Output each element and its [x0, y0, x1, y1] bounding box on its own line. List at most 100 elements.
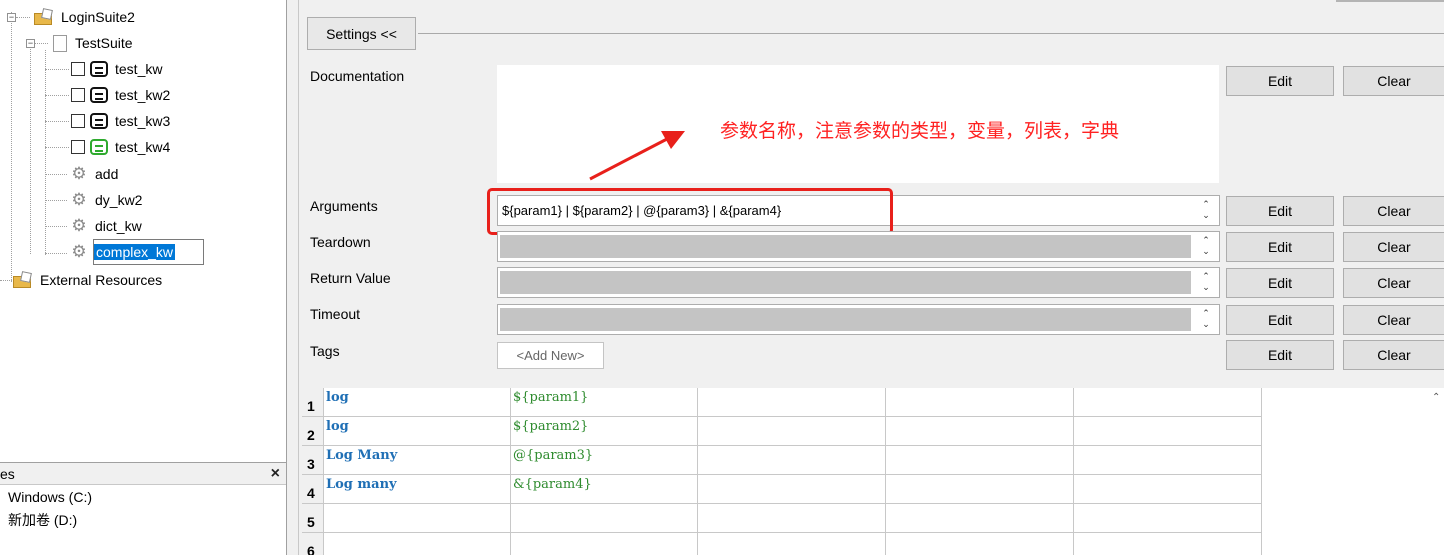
row-number[interactable]: 5 — [302, 504, 324, 532]
keyword-cell[interactable]: Log Many — [324, 446, 511, 474]
tree-item-add[interactable]: ⚙ add — [70, 162, 120, 186]
timeout-clear-button[interactable]: Clear — [1343, 305, 1444, 335]
empty-cell[interactable] — [698, 417, 886, 445]
tags-clear-button[interactable]: Clear — [1343, 340, 1444, 370]
empty-cell[interactable] — [886, 533, 1074, 555]
argument-cell[interactable] — [511, 504, 698, 532]
tags-label: Tags — [310, 343, 340, 359]
spin-arrows-icon[interactable]: ⌃ ⌄ — [1199, 199, 1213, 221]
table-row[interactable]: 3 Log Many @{param3} — [302, 446, 1262, 475]
tree-item-label: test_kw3 — [115, 113, 171, 129]
row-number[interactable]: 4 — [302, 475, 324, 503]
empty-cell[interactable] — [1074, 446, 1262, 474]
test-case-icon — [90, 113, 108, 129]
row-number[interactable]: 2 — [302, 417, 324, 445]
empty-cell[interactable] — [1074, 533, 1262, 555]
empty-cell[interactable] — [1074, 388, 1262, 416]
row-number[interactable]: 1 — [302, 388, 324, 416]
add-tag-button[interactable]: <Add New> — [497, 342, 604, 369]
empty-cell[interactable] — [698, 533, 886, 555]
settings-toggle-button[interactable]: Settings << — [307, 17, 416, 50]
tree-item-test-kw[interactable]: test_kw — [71, 57, 164, 81]
row-number[interactable]: 6 — [302, 533, 324, 555]
folder-icon — [34, 8, 54, 25]
argument-cell[interactable]: &{param4} — [511, 475, 698, 503]
timeout-edit-button[interactable]: Edit — [1226, 305, 1334, 335]
tree-item-external-resources[interactable]: External Resources — [13, 268, 164, 292]
resource-tree: − LoginSuite2 − TestSuite test_kw test_k… — [0, 0, 287, 462]
keyword-cell[interactable]: log — [324, 388, 511, 416]
top-edge — [1336, 0, 1444, 2]
empty-cell[interactable] — [698, 388, 886, 416]
argument-cell[interactable]: ${param1} — [511, 388, 698, 416]
keyword-cell[interactable]: log — [324, 417, 511, 445]
argument-cell[interactable] — [511, 533, 698, 555]
tree-item-test-kw2[interactable]: test_kw2 — [71, 83, 172, 107]
close-icon[interactable]: × — [271, 465, 280, 483]
teardown-label: Teardown — [310, 234, 371, 250]
test-checkbox[interactable] — [71, 140, 85, 154]
rename-input[interactable]: complex_kw — [93, 239, 205, 265]
table-row[interactable]: 4 Log many &{param4} — [302, 475, 1262, 504]
empty-cell[interactable] — [886, 417, 1074, 445]
spin-arrows-icon[interactable]: ⌃ ⌄ — [1199, 235, 1213, 257]
tree-item-label: External Resources — [40, 272, 163, 288]
tree-item-dy-kw2[interactable]: ⚙ dy_kw2 — [70, 188, 144, 212]
empty-cell[interactable] — [698, 504, 886, 532]
return-value-edit-button[interactable]: Edit — [1226, 268, 1334, 298]
tree-item-test-kw3[interactable]: test_kw3 — [71, 109, 172, 133]
teardown-field[interactable]: ⌃ ⌄ — [497, 231, 1220, 262]
tree-item-loginsuite2[interactable]: LoginSuite2 — [34, 5, 137, 29]
annotation-text: 参数名称，注意参数的类型，变量，列表，字典 — [720, 121, 1120, 142]
test-checkbox[interactable] — [71, 114, 85, 128]
empty-cell[interactable] — [1074, 475, 1262, 503]
collapse-toggle[interactable]: − — [26, 39, 35, 48]
table-row[interactable]: 2 log ${param2} — [302, 417, 1262, 446]
teardown-clear-button[interactable]: Clear — [1343, 232, 1444, 262]
test-checkbox[interactable] — [71, 62, 85, 76]
keyword-cell[interactable]: Log many — [324, 475, 511, 503]
collapse-toggle[interactable]: − — [7, 13, 16, 22]
timeout-field[interactable]: ⌃ ⌄ — [497, 304, 1220, 335]
tree-item-testsuite[interactable]: TestSuite — [53, 31, 135, 55]
test-checkbox[interactable] — [71, 88, 85, 102]
drive-item-d[interactable]: 新加卷 (D:) — [0, 508, 286, 531]
spin-arrows-icon[interactable]: ⌃ ⌄ — [1199, 308, 1213, 330]
table-row[interactable]: 6 — [302, 533, 1262, 555]
tree-item-test-kw4[interactable]: test_kw4 — [71, 135, 172, 159]
empty-cell[interactable] — [1074, 504, 1262, 532]
return-value-clear-button[interactable]: Clear — [1343, 268, 1444, 298]
empty-cell[interactable] — [1074, 417, 1262, 445]
empty-cell[interactable] — [698, 475, 886, 503]
argument-cell[interactable]: ${param2} — [511, 417, 698, 445]
argument-cell[interactable]: @{param3} — [511, 446, 698, 474]
row-number[interactable]: 3 — [302, 446, 324, 474]
arguments-edit-button[interactable]: Edit — [1226, 196, 1334, 226]
spin-arrows-icon[interactable]: ⌃ ⌄ — [1199, 271, 1213, 293]
drive-item-c[interactable]: Windows (C:) — [0, 485, 286, 508]
keyword-cell[interactable] — [324, 504, 511, 532]
table-row[interactable]: 1 log ${param1} — [302, 388, 1262, 417]
tree-item-label: add — [95, 166, 119, 182]
empty-cell[interactable] — [886, 446, 1074, 474]
table-row[interactable]: 5 — [302, 504, 1262, 533]
empty-cell[interactable] — [886, 475, 1074, 503]
documentation-clear-button[interactable]: Clear — [1343, 66, 1444, 96]
tree-item-complex-kw[interactable]: ⚙ complex_kw — [70, 239, 205, 265]
file-icon — [53, 34, 67, 52]
panel-splitter[interactable] — [287, 0, 299, 555]
teardown-edit-button[interactable]: Edit — [1226, 232, 1334, 262]
vertical-scrollbar[interactable]: ⌃ — [1432, 392, 1444, 555]
empty-cell[interactable] — [698, 446, 886, 474]
tree-item-label: test_kw4 — [115, 139, 171, 155]
empty-cell[interactable] — [886, 388, 1074, 416]
annotation-arrow — [589, 131, 685, 181]
return-value-field[interactable]: ⌃ ⌄ — [497, 267, 1220, 298]
tags-edit-button[interactable]: Edit — [1226, 340, 1334, 370]
empty-cell[interactable] — [886, 504, 1074, 532]
arguments-clear-button[interactable]: Clear — [1343, 196, 1444, 226]
gear-icon: ⚙ — [71, 164, 87, 183]
keyword-cell[interactable] — [324, 533, 511, 555]
documentation-edit-button[interactable]: Edit — [1226, 66, 1334, 96]
tree-item-dict-kw[interactable]: ⚙ dict_kw — [70, 214, 144, 238]
